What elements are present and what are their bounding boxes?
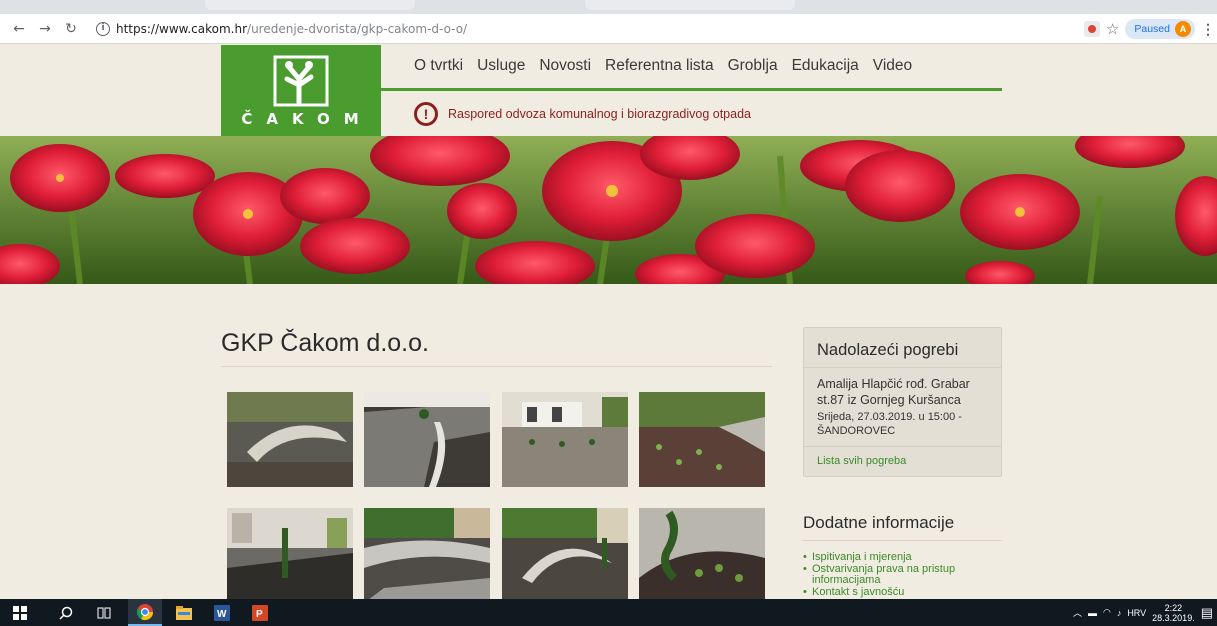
waste-schedule-notice[interactable]: ! Raspored odvoza komunalnog i biorazgra… <box>414 102 751 126</box>
volume-icon[interactable]: ♪ <box>1117 608 1122 618</box>
funeral-name: Amalija Hlapčić rođ. Grabar st.87 iz Gor… <box>817 377 970 407</box>
additional-info-divider <box>803 540 1002 541</box>
svg-text:P: P <box>256 609 263 620</box>
nav-item-referentna-lista[interactable]: Referentna lista <box>605 57 714 75</box>
additional-info-title: Dodatne informacije <box>803 513 955 532</box>
svg-text:W: W <box>217 609 227 620</box>
gallery-thumb[interactable] <box>364 508 490 603</box>
funeral-when: Srijeda, 27.03.2019. u 15:00 - ŠANDOROVE… <box>817 411 962 437</box>
wifi-icon[interactable]: ◠ <box>1103 607 1111 618</box>
url-path: /uredenje-dvorista/gkp-cakom-d-o-o/ <box>247 22 468 36</box>
info-link-public-contact[interactable]: Kontakt s javnošću <box>803 587 1002 599</box>
gallery-thumb[interactable] <box>227 392 353 487</box>
gallery-thumb[interactable] <box>502 392 628 487</box>
gallery-thumb[interactable] <box>364 392 490 487</box>
browser-tab[interactable] <box>205 0 415 10</box>
nav-item-o-tvrtki[interactable]: O tvrtki <box>414 57 463 75</box>
info-link-measurements[interactable]: Ispitivanja i mjerenja <box>803 552 1002 564</box>
language-indicator[interactable]: HRV <box>1127 608 1146 618</box>
title-divider <box>221 366 772 367</box>
nav-divider <box>381 88 1002 91</box>
word-icon[interactable]: W <box>208 599 236 626</box>
red-daisies-illustration <box>0 136 1217 284</box>
additional-info-list: Ispitivanja i mjerenja Ostvarivanja prav… <box>803 552 1002 599</box>
funerals-title: Nadolazeći pogrebi <box>804 328 1001 368</box>
upcoming-funerals-box: Nadolazeći pogrebi Amalija Hlapčić rođ. … <box>803 327 1002 477</box>
nav-item-novosti[interactable]: Novosti <box>539 57 591 75</box>
divider <box>804 446 1001 447</box>
info-link-access-rights[interactable]: Ostvarivanja prava na pristup informacij… <box>803 564 1002 586</box>
clock-time: 2:22 <box>1164 602 1183 613</box>
reload-icon[interactable]: ↻ <box>60 18 82 40</box>
nav-item-groblja[interactable]: Groblja <box>728 57 778 75</box>
address-bar[interactable]: i https://www.cakom.hr/uredenje-dvorista… <box>96 17 1099 41</box>
file-explorer-icon[interactable] <box>170 599 198 626</box>
nav-item-video[interactable]: Video <box>873 57 912 75</box>
page-title: GKP Čakom d.o.o. <box>221 329 429 357</box>
chevron-up-icon[interactable]: ︿ <box>1073 606 1082 619</box>
nav-item-usluge[interactable]: Usluge <box>477 57 525 75</box>
gallery-thumb[interactable] <box>502 508 628 603</box>
browser-toolbar: ← → ↻ i https://www.cakom.hr/uredenje-dv… <box>0 14 1217 44</box>
extension-icon[interactable] <box>1083 21 1100 37</box>
main-nav: O tvrtki Usluge Novosti Referentna lista… <box>414 57 926 75</box>
clock-date: 28.3.2019. <box>1152 612 1195 623</box>
notice-text: Raspored odvoza komunalnog i biorazgradi… <box>448 107 751 121</box>
chrome-taskbar-icon[interactable] <box>128 599 162 626</box>
info-icon[interactable]: i <box>96 22 110 36</box>
star-icon[interactable]: ☆ <box>1106 20 1119 38</box>
profile-paused-button[interactable]: Paused A <box>1125 19 1195 39</box>
tree-logo-icon <box>273 55 329 107</box>
paused-label: Paused <box>1134 23 1170 35</box>
alert-icon: ! <box>414 102 438 126</box>
menu-kebab-icon[interactable]: ⋮ <box>1201 21 1215 38</box>
system-tray: ︿ ▬ ◠ ♪ HRV 2:22 28.3.2019. ▤ <box>1073 599 1217 626</box>
gallery-thumb[interactable] <box>639 508 765 603</box>
battery-icon[interactable]: ▬ <box>1088 608 1097 618</box>
clock[interactable]: 2:22 28.3.2019. <box>1152 603 1195 623</box>
all-funerals-link[interactable]: Lista svih pogreba <box>817 455 906 467</box>
windows-taskbar: W P ︿ ▬ ◠ ♪ HRV 2:22 28.3.2019. ▤ <box>0 599 1217 626</box>
browser-tab[interactable] <box>585 0 795 10</box>
search-icon[interactable] <box>52 599 80 626</box>
site-logo[interactable]: ČAKOM <box>221 45 381 136</box>
back-icon[interactable]: ← <box>8 18 30 40</box>
url-host: https://www.cakom.hr <box>116 22 248 36</box>
browser-tab-strip <box>0 0 1217 14</box>
windows-start-icon[interactable] <box>6 599 34 626</box>
notifications-icon[interactable]: ▤ <box>1201 605 1213 621</box>
gallery-thumb[interactable] <box>639 392 765 487</box>
powerpoint-icon[interactable]: P <box>246 599 274 626</box>
forward-icon[interactable]: → <box>34 18 56 40</box>
nav-item-edukacija[interactable]: Edukacija <box>792 57 859 75</box>
task-view-icon[interactable] <box>90 599 118 626</box>
avatar: A <box>1175 21 1191 37</box>
gallery-thumb[interactable] <box>227 508 353 603</box>
site-header: ČAKOM O tvrtki Usluge Novosti Referentna… <box>0 45 1217 136</box>
logo-text: ČAKOM <box>241 110 373 128</box>
hero-banner-image <box>0 136 1217 284</box>
